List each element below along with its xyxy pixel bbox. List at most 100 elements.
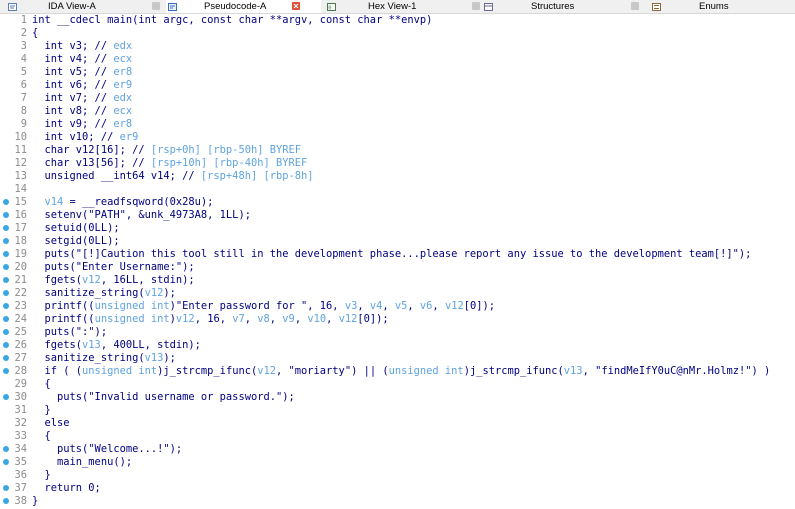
code-token: ,: [357, 300, 370, 312]
line-number: 19: [14, 248, 27, 260]
code-line[interactable]: 15 v14 = __readfsqword(0x28u);: [0, 196, 795, 209]
code-token: puts(":");: [32, 326, 108, 338]
code-line[interactable]: 19 puts("[!]Caution this tool still in t…: [0, 248, 795, 261]
code-line[interactable]: 13 unsigned __int64 v14; // [rsp+48h] [r…: [0, 170, 795, 183]
code-line[interactable]: 5 int v5; // er8: [0, 66, 795, 79]
code-text[interactable]: return 0;: [32, 482, 101, 495]
code-token: int v7; //: [32, 92, 114, 104]
code-line[interactable]: 36 }: [0, 469, 795, 482]
code-text[interactable]: int v6; // er9: [32, 79, 133, 92]
tab-enums[interactable]: Enums: [643, 0, 795, 13]
tab-ida-view-a[interactable]: IDA View-A: [0, 0, 166, 13]
code-text[interactable]: int v4; // ecx: [32, 53, 133, 66]
code-token: if ( (: [32, 365, 83, 377]
code-line[interactable]: 16 setenv("PATH", &unk_4973A8, 1LL);: [0, 209, 795, 222]
code-text[interactable]: else: [32, 417, 70, 430]
code-line[interactable]: 6 int v6; // er9: [0, 79, 795, 92]
code-text[interactable]: char v12[16]; // [rsp+0h] [rbp-50h] BYRE…: [32, 144, 302, 157]
code-text[interactable]: unsigned __int64 v14; // [rsp+48h] [rbp-…: [32, 170, 314, 183]
code-line[interactable]: 9 int v9; // er8: [0, 118, 795, 131]
code-text[interactable]: puts("Enter Username:");: [32, 261, 195, 274]
code-text[interactable]: int v7; // edx: [32, 92, 133, 105]
code-text[interactable]: printf((unsigned int)"Enter password for…: [32, 300, 496, 313]
tab-structures[interactable]: Structures: [481, 0, 643, 13]
code-text[interactable]: sanitize_string(v13);: [32, 352, 176, 365]
code-line[interactable]: 25 puts(":");: [0, 326, 795, 339]
code-line[interactable]: 18 setgid(0LL);: [0, 235, 795, 248]
code-line[interactable]: 3 int v3; // edx: [0, 40, 795, 53]
code-text[interactable]: puts("[!]Caution this tool still in the …: [32, 248, 752, 261]
code-line[interactable]: 2{: [0, 27, 795, 40]
code-text[interactable]: puts(":");: [32, 326, 108, 339]
code-text[interactable]: char v13[56]; // [rsp+10h] [rbp-40h] BYR…: [32, 157, 308, 170]
code-text[interactable]: int v9; // er8: [32, 118, 133, 131]
code-line[interactable]: 28 if ( (unsigned int)j_strcmp_ifunc(v12…: [0, 365, 795, 378]
code-text[interactable]: {: [32, 430, 51, 443]
close-icon[interactable]: [292, 2, 300, 10]
code-line[interactable]: 34 puts("Welcome...!");: [0, 443, 795, 456]
code-text[interactable]: }: [32, 469, 51, 482]
code-token: setuid(0LL);: [32, 222, 120, 234]
code-token-highlight: unsigned int: [94, 300, 170, 312]
code-line[interactable]: 38}: [0, 495, 795, 508]
code-text[interactable]: puts("Welcome...!");: [32, 443, 182, 456]
line-number: 3: [20, 40, 27, 52]
code-line[interactable]: 23 printf((unsigned int)"Enter password …: [0, 300, 795, 313]
line-number: 29: [14, 378, 27, 390]
tab-hex-view-1[interactable]: 0 Hex View-1: [321, 0, 481, 13]
code-token: ,: [326, 313, 339, 325]
code-token-highlight: er9: [113, 79, 133, 91]
code-line[interactable]: 12 char v13[56]; // [rsp+10h] [rbp-40h] …: [0, 157, 795, 170]
code-text[interactable]: }: [32, 404, 51, 417]
code-line[interactable]: 21 fgets(v12, 16LL, stdin);: [0, 274, 795, 287]
code-line[interactable]: 17 setuid(0LL);: [0, 222, 795, 235]
code-text[interactable]: setuid(0LL);: [32, 222, 120, 235]
code-text[interactable]: int v10; // er9: [32, 131, 139, 144]
code-token-highlight: v14: [44, 196, 64, 208]
code-token: int v9; //: [32, 118, 114, 130]
pseudocode-icon: [168, 2, 177, 11]
code-text[interactable]: puts("Invalid username or password.");: [32, 391, 295, 404]
code-line[interactable]: 33 {: [0, 430, 795, 443]
code-line[interactable]: 30 puts("Invalid username or password.")…: [0, 391, 795, 404]
code-line[interactable]: 8 int v8; // ecx: [0, 105, 795, 118]
code-line[interactable]: 4 int v4; // ecx: [0, 53, 795, 66]
tab-pseudocode-a[interactable]: Pseudocode-A: [166, 0, 321, 13]
code-text[interactable]: main_menu();: [32, 456, 132, 469]
code-line[interactable]: 27 sanitize_string(v13);: [0, 352, 795, 365]
code-line[interactable]: 26 fgets(v13, 400LL, stdin);: [0, 339, 795, 352]
code-text[interactable]: setgid(0LL);: [32, 235, 120, 248]
code-line[interactable]: 31 }: [0, 404, 795, 417]
code-text[interactable]: int v3; // edx: [32, 40, 133, 53]
code-text[interactable]: fgets(v13, 400LL, stdin);: [32, 339, 201, 352]
code-text[interactable]: fgets(v12, 16LL, stdin);: [32, 274, 195, 287]
code-text[interactable]: int v5; // er8: [32, 66, 133, 79]
code-token-highlight: v8: [257, 313, 270, 325]
code-text[interactable]: int v8; // ecx: [32, 105, 133, 118]
code-token: , "findMeIfY0uC@nMr.Holmz!") ): [582, 365, 771, 377]
code-token-highlight: v13: [563, 365, 583, 377]
pseudocode-view[interactable]: 1 int __cdecl main(int argc, const char *…: [0, 14, 795, 509]
code-text[interactable]: {: [32, 378, 51, 391]
code-line[interactable]: 22 sanitize_string(v12);: [0, 287, 795, 300]
code-text[interactable]: int __cdecl main(int argc, const char **…: [32, 14, 432, 27]
code-text[interactable]: if ( (unsigned int)j_strcmp_ifunc(v12, "…: [32, 365, 771, 378]
line-number: 32: [14, 417, 27, 429]
code-line[interactable]: 10 int v10; // er9: [0, 131, 795, 144]
code-line[interactable]: 20 puts("Enter Username:");: [0, 261, 795, 274]
code-line[interactable]: 37 return 0;: [0, 482, 795, 495]
code-line[interactable]: 11 char v12[16]; // [rsp+0h] [rbp-50h] B…: [0, 144, 795, 157]
code-text[interactable]: {: [32, 27, 38, 40]
code-line[interactable]: 24 printf((unsigned int)v12, 16, v7, v8,…: [0, 313, 795, 326]
code-text[interactable]: setenv("PATH", &unk_4973A8, 1LL);: [32, 209, 251, 222]
code-line[interactable]: 35 main_menu();: [0, 456, 795, 469]
code-line[interactable]: 29 {: [0, 378, 795, 391]
code-line[interactable]: 7 int v7; // edx: [0, 92, 795, 105]
code-text[interactable]: printf((unsigned int)v12, 16, v7, v8, v9…: [32, 313, 389, 326]
code-text[interactable]: v14 = __readfsqword(0x28u);: [32, 196, 214, 209]
code-line[interactable]: 32 else: [0, 417, 795, 430]
code-line[interactable]: 1 int __cdecl main(int argc, const char *…: [0, 14, 795, 27]
code-text[interactable]: sanitize_string(v12);: [32, 287, 176, 300]
code-text[interactable]: }: [32, 495, 38, 508]
code-line[interactable]: 14: [0, 183, 795, 196]
